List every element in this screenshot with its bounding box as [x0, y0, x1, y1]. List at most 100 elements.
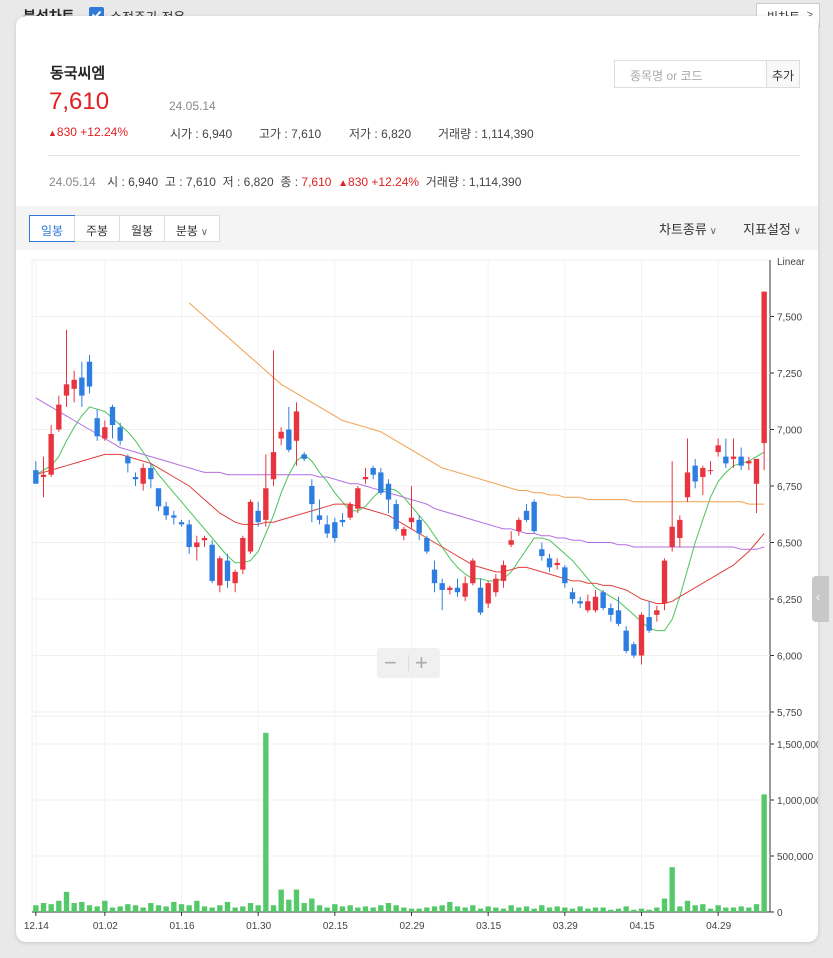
- candle: [309, 486, 315, 505]
- candle: [109, 406, 116, 425]
- volume-bar: [500, 908, 507, 912]
- indicator-settings-menu[interactable]: 지표설정 ∨: [743, 219, 801, 238]
- ohlc-summary: 24.05.14 시 : 6,940 고 : 7,610 저 : 6,820 종…: [49, 175, 522, 189]
- volume-bar: [232, 907, 238, 912]
- side-panel-toggle[interactable]: ‹: [812, 576, 829, 622]
- candle: [677, 519, 683, 538]
- zoom-in-button[interactable]: +: [415, 650, 428, 676]
- candle: [454, 587, 461, 593]
- volume-bar: [347, 905, 353, 912]
- candle: [178, 522, 185, 525]
- volume-bar: [378, 905, 384, 912]
- volume-bar: [493, 907, 499, 912]
- up-triangle-icon: ▲: [48, 128, 57, 138]
- candle: [592, 596, 599, 611]
- volume-bar: [516, 907, 522, 912]
- candle: [362, 476, 369, 480]
- volume-bar: [608, 909, 614, 912]
- volume-tick-label: 1,500,000: [777, 740, 818, 751]
- candle: [393, 504, 399, 529]
- candle: [485, 583, 491, 604]
- x-tick-label: 04.29: [706, 921, 731, 932]
- candle: [370, 467, 376, 475]
- volume-bar: [109, 907, 116, 912]
- candle: [546, 558, 553, 568]
- add-button[interactable]: 추가: [766, 60, 800, 88]
- candle: [401, 528, 407, 536]
- volume-bar: [477, 908, 484, 912]
- volume-bar: [684, 900, 691, 912]
- volume-bar: [753, 904, 760, 912]
- candle: [447, 587, 453, 590]
- price-chart[interactable]: 7,500 7,250 7,000 6,750 6,500 6,250 6,000 5,750…: [16, 250, 822, 940]
- volume-bar: [416, 908, 422, 912]
- tab-daily[interactable]: 일봉: [29, 215, 75, 242]
- candle: [661, 560, 668, 604]
- volume-bar: [263, 732, 269, 912]
- candle: [646, 617, 652, 631]
- volume-bar: [178, 904, 185, 912]
- volume-bar: [117, 906, 123, 912]
- volume-bar: [577, 906, 583, 912]
- volume-bar: [485, 906, 491, 912]
- volume-bar: [470, 905, 476, 912]
- candle: [332, 522, 338, 538]
- chevron-down-icon: ∨: [790, 226, 801, 237]
- tab-minute[interactable]: 분봉 ∨: [164, 216, 219, 241]
- candle: [562, 567, 568, 584]
- candle: [140, 467, 146, 484]
- price-tick-label: 6,000: [777, 652, 802, 663]
- candle: [707, 470, 714, 472]
- x-tick-label: 03.29: [553, 921, 578, 932]
- candle: [355, 488, 361, 509]
- volume-bar: [194, 900, 200, 912]
- chevron-down-icon: ∨: [706, 226, 717, 237]
- volume-bar: [255, 905, 261, 912]
- volume-bar: [592, 907, 599, 912]
- candle: [94, 418, 100, 437]
- candle: [86, 361, 93, 387]
- candle: [715, 445, 721, 453]
- zoom-controls: − +: [377, 648, 440, 678]
- volume-bar: [669, 867, 675, 912]
- low-stat: 저가 : 6,820: [349, 127, 412, 141]
- volume-bar: [623, 906, 629, 912]
- candle: [132, 476, 139, 480]
- volume-bar: [700, 904, 706, 912]
- candle: [493, 578, 499, 593]
- volume-bar: [309, 898, 315, 912]
- candle: [347, 504, 353, 518]
- volume-bar: [339, 906, 346, 912]
- period-tabs: 일봉 주봉 월봉 분봉 ∨: [29, 215, 220, 242]
- candle: [324, 524, 330, 534]
- volume-bar: [447, 901, 453, 912]
- search-input[interactable]: 종목명 or 코드: [614, 60, 767, 88]
- price-date: 24.05.14: [169, 99, 216, 113]
- candle: [654, 610, 660, 615]
- volume-bar: [155, 905, 162, 912]
- tab-weekly[interactable]: 주봉: [74, 216, 119, 241]
- volume-bar: [102, 900, 108, 912]
- volume-stat: 거래량 : 1,114,390: [438, 127, 534, 141]
- tab-monthly[interactable]: 월봉: [119, 216, 164, 241]
- candle: [569, 592, 576, 599]
- candle: [585, 601, 591, 611]
- candle: [723, 456, 729, 464]
- high-stat: 고가 : 7,610: [259, 127, 322, 141]
- volume-bar: [201, 906, 208, 912]
- volume-bar: [723, 907, 729, 912]
- zoom-out-button[interactable]: −: [384, 650, 397, 676]
- volume-bar: [531, 908, 537, 912]
- candle: [339, 519, 346, 523]
- volume-bar: [631, 909, 637, 912]
- candle: [255, 510, 261, 523]
- candle: [155, 488, 162, 507]
- open-stat: 시가 : 6,940: [170, 127, 233, 141]
- candle: [500, 565, 507, 581]
- volume-bar: [385, 903, 392, 912]
- price-tick-label: 7,250: [777, 369, 802, 380]
- chart-type-menu[interactable]: 차트종류 ∨: [659, 219, 717, 238]
- x-tick-label: 02.29: [400, 921, 425, 932]
- volume-bar: [316, 905, 323, 912]
- candle: [194, 542, 200, 548]
